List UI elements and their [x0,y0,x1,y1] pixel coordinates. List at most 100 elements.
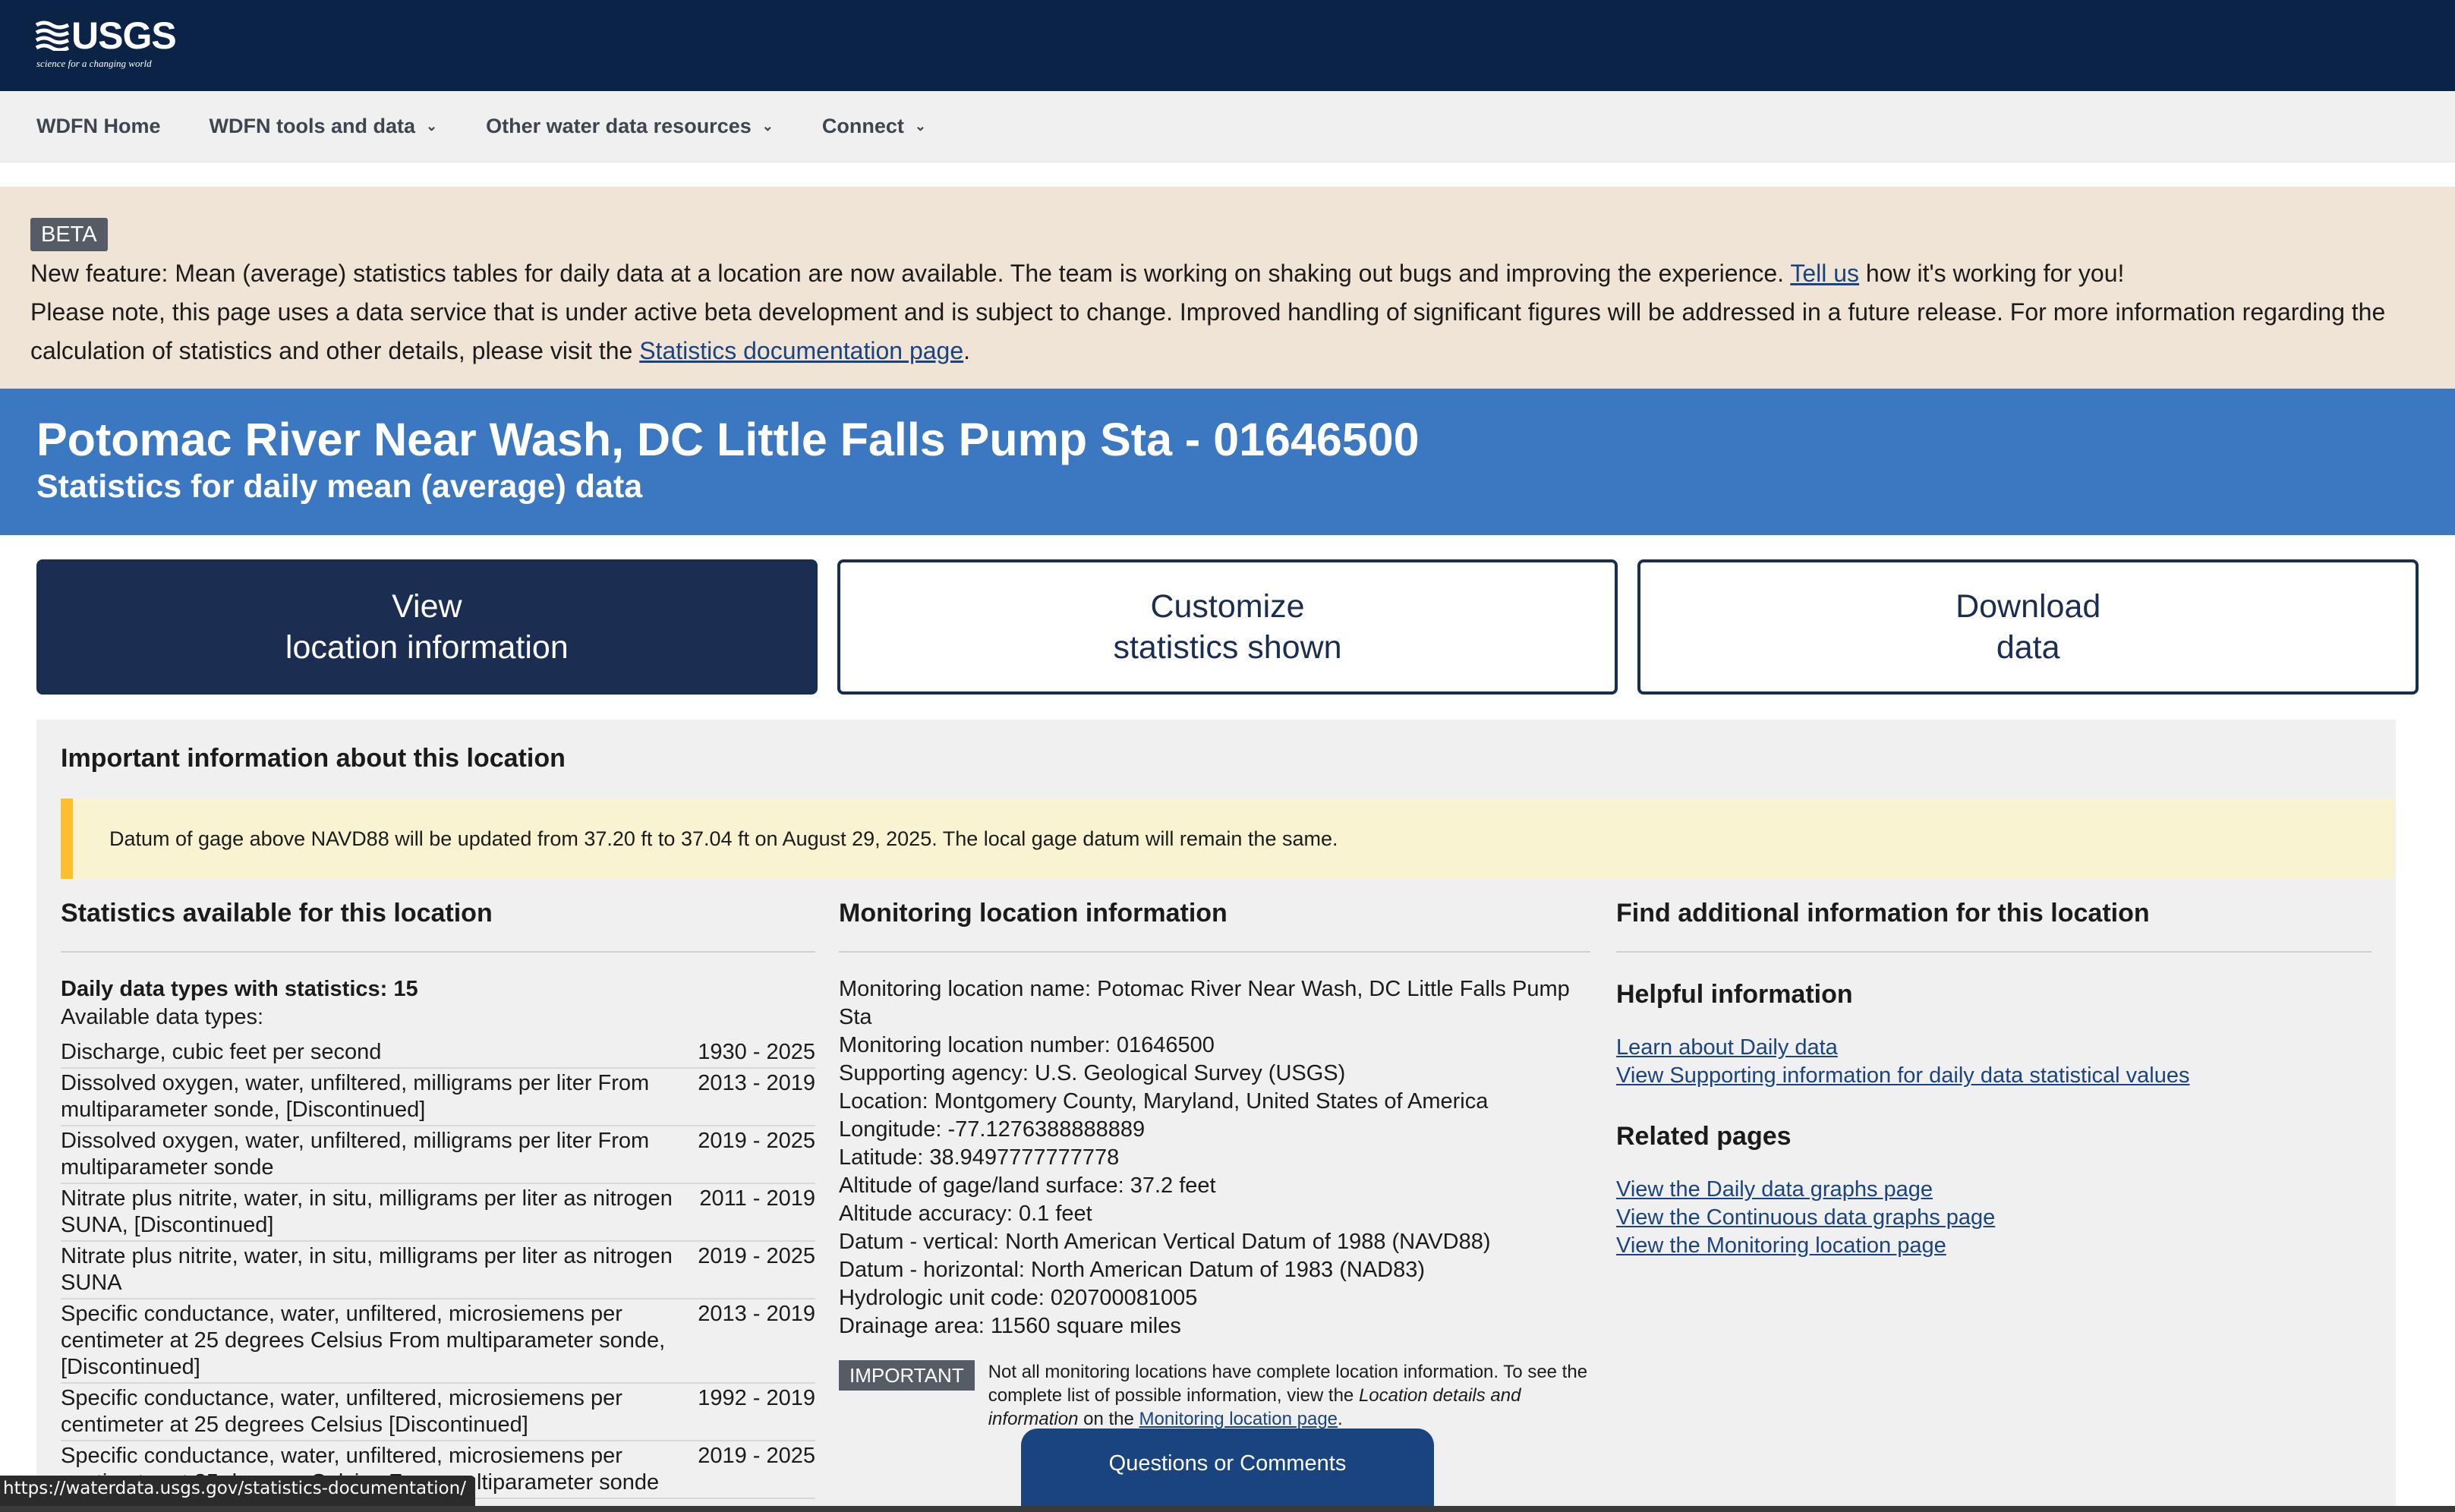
important-tail: . [1338,1409,1343,1429]
list-item: Specific conductance, water, unfiltered,… [61,1384,815,1441]
nav-wdfn-home[interactable]: WDFN Home [36,115,161,138]
logo-tagline: science for a changing world [36,58,152,69]
datum-alert: Datum of gage above NAVD88 will be updat… [61,799,2394,879]
stat-name: Dissolved oxygen, water, unfiltered, mil… [61,1129,650,1180]
nav-label: Connect [821,115,904,137]
nav-wdfn-tools[interactable]: WDFN tools and data ⌄ [210,115,438,138]
monitoring-line: Location: Montgomery County, Maryland, U… [839,1089,1489,1114]
stat-name: Specific conductance, water, unfiltered,… [61,1302,666,1379]
button-line: statistics shown [1113,629,1342,666]
learn-daily-data-link[interactable]: Learn about Daily data [1616,1034,2371,1062]
daily-graphs-link[interactable]: View the Daily data graphs page [1616,1176,2371,1204]
button-line: Customize [1150,588,1305,625]
usgs-logo[interactable]: USGS science for a changing world [35,14,177,70]
monitoring-line: Monitoring location number: 01646500 [839,1033,1215,1057]
beta-text-1-tail: how it's working for you! [1859,260,2125,287]
main-nav: WDFN Home WDFN tools and data ⌄ Other wat… [0,91,2455,162]
monitoring-column: Monitoring location information Monitori… [839,899,1590,1431]
supporting-info-link[interactable]: View Supporting information for daily da… [1616,1062,2371,1090]
status-url-tooltip: https://waterdata.usgs.gov/statistics-do… [0,1476,475,1506]
stat-years: 2013 - 2019 [698,1071,815,1095]
monitoring-location-page-link[interactable]: Monitoring location page [1139,1409,1338,1429]
button-line: data [1996,629,2060,666]
additional-heading: Find additional information for this loc… [1616,899,2371,953]
stat-years: 2011 - 2019 [699,1186,815,1211]
monitoring-line: Altitude of gage/land surface: 37.2 feet [839,1173,1216,1198]
monitoring-line: Latitude: 38.9497777777778 [839,1145,1120,1170]
monitoring-line: Altitude accuracy: 0.1 feet [839,1202,1092,1226]
continuous-graphs-link[interactable]: View the Continuous data graphs page [1616,1204,2371,1232]
important-note: IMPORTANT Not all monitoring locations h… [839,1360,1590,1431]
monitoring-line: Datum - horizontal: North American Datum… [839,1258,1426,1282]
monitoring-heading: Monitoring location information [839,899,1590,953]
stat-years: 2019 - 2025 [698,1129,815,1153]
monitoring-line: Hydrologic unit code: 020700081005 [839,1286,1198,1310]
button-line: View [392,588,462,625]
stat-name: Discharge, cubic feet per second [61,1040,382,1064]
monitoring-line: Monitoring location name: Potomac River … [839,977,1570,1029]
stat-name: Nitrate plus nitrite, water, in situ, mi… [61,1244,673,1295]
related-pages-heading: Related pages [1616,1122,1792,1151]
stat-years: 1930 - 2025 [698,1040,815,1064]
beta-banner: BETA New feature: Mean (average) statist… [0,187,2455,389]
chevron-down-icon: ⌄ [426,118,438,134]
additional-info-column: Find additional information for this loc… [1616,899,2371,1260]
list-item: Dissolved oxygen, water, unfiltered, mil… [61,1126,815,1184]
stat-name: Dissolved oxygen, water, unfiltered, mil… [61,1071,650,1122]
helpful-links: Learn about Daily data View Supporting i… [1616,1034,2371,1090]
nav-label: Other water data resources [486,115,752,137]
monitoring-line: Datum - vertical: North American Vertica… [839,1230,1491,1254]
stat-years: 2013 - 2019 [698,1302,815,1326]
statistics-heading: Statistics available for this location [61,899,815,953]
available-types-label: Available data types: [61,1005,264,1029]
location-info-panel: Important information about this locatio… [36,720,2396,1512]
monitoring-line: Supporting agency: U.S. Geological Surve… [839,1061,1346,1085]
related-links: View the Daily data graphs page View the… [1616,1176,2371,1260]
chevron-down-icon: ⌄ [761,118,774,134]
list-item: Specific conductance, water, unfiltered,… [61,1299,815,1384]
title-band: Potomac River Near Wash, DC Little Falls… [0,389,2455,535]
nav-label: WDFN tools and data [209,115,416,137]
statistics-documentation-link[interactable]: Statistics documentation page [639,337,963,364]
stat-years: 1992 - 2019 [698,1386,815,1410]
monitoring-line: Drainage area: 11560 square miles [839,1314,1181,1338]
stat-name: Nitrate plus nitrite, water, in situ, mi… [61,1186,673,1237]
list-item: Nitrate plus nitrite, water, in situ, mi… [61,1242,815,1299]
alert-text: Datum of gage above NAVD88 will be updat… [109,827,1338,850]
important-info-heading: Important information about this locatio… [61,744,566,773]
nav-other-resources[interactable]: Other water data resources ⌄ [486,115,774,138]
site-header: USGS science for a changing world [0,0,2455,91]
nav-label: WDFN Home [36,115,161,137]
download-data-button[interactable]: Download data [1637,559,2419,695]
list-item: Nitrate plus nitrite, water, in situ, mi… [61,1184,815,1242]
list-item: Dissolved oxygen, water, unfiltered, mil… [61,1069,815,1126]
statistics-list: Discharge, cubic feet per second 1930 - 2… [61,1038,815,1499]
usgs-wave-icon [35,20,70,51]
page-title: Potomac River Near Wash, DC Little Falls… [36,414,1420,465]
nav-connect[interactable]: Connect ⌄ [822,115,926,138]
stat-years: 2019 - 2025 [698,1444,815,1468]
important-tag: IMPORTANT [839,1360,975,1391]
tell-us-link[interactable]: Tell us [1790,260,1859,287]
logo-text: USGS [71,14,177,57]
questions-comments-button[interactable]: Questions or Comments [1021,1429,1434,1512]
customize-statistics-button[interactable]: Customize statistics shown [837,559,1618,695]
list-item: Discharge, cubic feet per second 1930 - 2… [61,1038,815,1069]
beta-text-2: Please note, this page uses a data servi… [30,298,2386,364]
button-line: Download [1955,588,2101,625]
beta-tag: BETA [30,218,108,251]
action-buttons: View location information Customize stat… [36,559,2419,695]
window-bottom-edge [0,1506,2455,1512]
important-text-2: on the [1078,1409,1139,1429]
monitoring-line: Longitude: -77.1276388888889 [839,1117,1146,1142]
statistics-count: Daily data types with statistics: 15 [61,977,418,1001]
chevron-down-icon: ⌄ [914,118,926,134]
page-subtitle: Statistics for daily mean (average) data [36,468,643,505]
beta-text-1: New feature: Mean (average) statistics t… [30,260,1791,287]
stat-years: 2019 - 2025 [698,1244,815,1268]
view-location-information-button[interactable]: View location information [36,559,818,695]
helpful-info-heading: Helpful information [1616,980,1853,1009]
statistics-column: Statistics available for this location D… [61,899,815,1499]
important-text-block: Not all monitoring locations have comple… [988,1360,1590,1431]
monitoring-location-link[interactable]: View the Monitoring location page [1616,1232,2371,1260]
